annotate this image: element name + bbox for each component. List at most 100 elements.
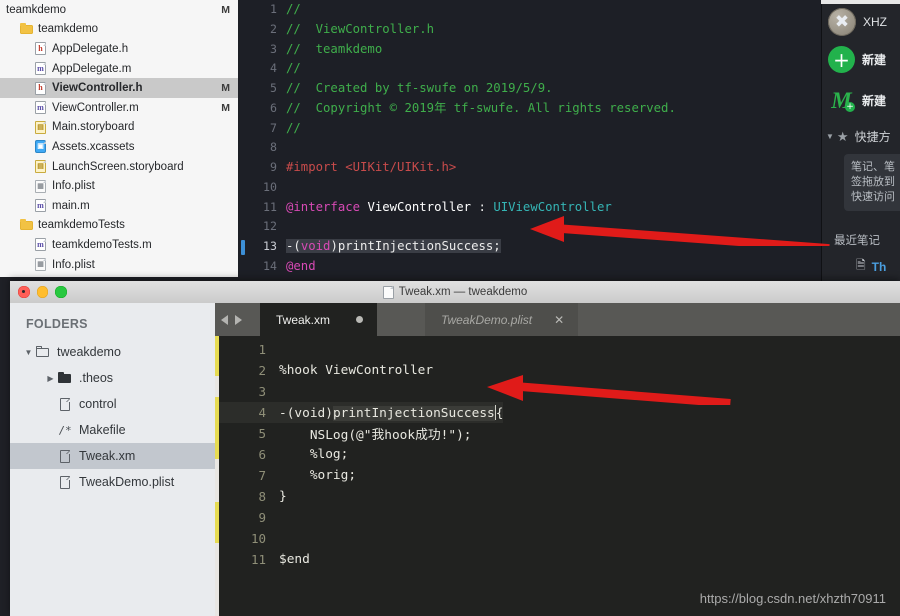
new-note-button[interactable]: + 新建: [828, 46, 886, 73]
nav-back-icon[interactable]: [221, 314, 228, 325]
new-note-label: 新建: [862, 53, 887, 67]
xcode-window: teamkdemo Mteamkdemo h AppDelegate.h m AppDel…: [0, 0, 900, 277]
code-line[interactable]: 5 // Created by tf-swufe on 2019/5/9.: [238, 79, 676, 99]
code-line[interactable]: 6 %log;: [219, 444, 503, 465]
evernote-sidebar-panel[interactable]: ✖ XHZ + 新建 M + 新建 ▼ ★ 快捷方 笔记、笔 签拖放到 快速访问 …: [821, 4, 900, 281]
folder-tree-item-tweakdemo[interactable]: ▼ tweakdemo: [10, 339, 215, 365]
navigator-row-appdelegate-h[interactable]: h AppDelegate.h: [0, 39, 238, 59]
navigator-row-label: teamkdemoTests.m: [52, 238, 152, 251]
chevron-right-icon[interactable]: ▶: [44, 374, 57, 383]
unsaved-indicator-icon[interactable]: [356, 316, 364, 323]
code-line[interactable]: 14 @end: [238, 257, 676, 277]
window-traffic-lights[interactable]: [18, 281, 67, 303]
code-line[interactable]: 1 //: [238, 0, 676, 20]
storyboard-icon: ▤: [34, 159, 47, 174]
status-badge: M: [221, 82, 230, 95]
code-line[interactable]: 10: [219, 528, 503, 549]
folder-tree-item-control[interactable]: control: [10, 391, 215, 417]
header-file-icon: h: [34, 81, 47, 96]
folder-open-icon: [35, 345, 51, 360]
code-line[interactable]: 1: [219, 339, 503, 360]
tab-nav-arrows[interactable]: [221, 303, 242, 336]
sublime-editor-pane[interactable]: Tweak.xm TweakDemo.plist ✕ 1 2 %hook ViewCon…: [215, 303, 900, 616]
line-text: @end: [286, 258, 316, 273]
code-line[interactable]: 6 // Copyright © 2019年 tf-swufe. All righ…: [238, 99, 676, 119]
navigator-row-main-m[interactable]: m main.m: [0, 196, 238, 216]
line-number: 3: [258, 384, 266, 399]
close-icon[interactable]: [18, 286, 30, 298]
navigator-row-teamkdemo[interactable]: teamkdemo M: [0, 0, 238, 20]
recent-note-item[interactable]: 🗎 Th: [856, 256, 886, 277]
chevron-down-icon[interactable]: ▼: [22, 348, 35, 357]
minimize-icon[interactable]: [36, 286, 48, 298]
line-text: //: [286, 2, 301, 16]
navigator-row-launchscreen-storyboard[interactable]: ▤ LaunchScreen.storyboard: [0, 157, 238, 177]
code-line[interactable]: 2 // ViewController.h: [238, 20, 676, 40]
line-text: //: [286, 61, 301, 76]
navigator-row-teamkdemo[interactable]: teamkdemo: [0, 20, 238, 40]
maximize-icon[interactable]: [55, 286, 67, 298]
sublime-folders-sidebar[interactable]: FOLDERS ▼ tweakdemo ▶ .theos control /* Makefi…: [10, 303, 215, 616]
line-number: 9: [270, 160, 277, 174]
folder-tree-item-tweakdemo-plist[interactable]: TweakDemo.plist: [10, 469, 215, 495]
navigator-row-viewcontroller-h[interactable]: h ViewController.h M: [0, 78, 238, 98]
sublime-code-lines[interactable]: 1 2 %hook ViewController 3 4 -(void)printInje…: [219, 339, 504, 570]
header-file-icon: h: [34, 41, 47, 56]
navigator-row-teamkdemotests[interactable]: teamkdemoTests: [0, 216, 238, 236]
folder-tree-item-makefile[interactable]: /* Makefile: [10, 417, 215, 443]
code-line[interactable]: 3: [219, 381, 503, 402]
code-line[interactable]: 10: [238, 178, 676, 198]
line-text: #import <UIKit/UIKit.h>: [286, 160, 457, 174]
folder-tree-item-tweak-xm[interactable]: Tweak.xm: [10, 443, 215, 469]
plist-icon: ▦: [34, 179, 47, 194]
code-line[interactable]: 5 NSLog(@"我hook成功!");: [219, 423, 503, 444]
code-line[interactable]: 9: [219, 507, 503, 528]
xcode-project-navigator[interactable]: teamkdemo Mteamkdemo h AppDelegate.h m AppDel…: [0, 0, 239, 277]
file-icon: [57, 397, 73, 412]
line-text: $end: [279, 552, 310, 567]
new-markdown-button[interactable]: M + 新建: [828, 87, 886, 114]
code-line[interactable]: 11 @interface ViewController : UIViewCont…: [238, 198, 676, 218]
xcode-source-editor[interactable]: 1 // 2 // ViewController.h 3 // teamkdemo 4 // 5…: [238, 0, 821, 277]
code-line[interactable]: 4 //: [238, 59, 676, 79]
editor-tab-tweak-xm[interactable]: Tweak.xm: [260, 303, 378, 336]
code-line[interactable]: 12: [238, 217, 676, 237]
line-text: // teamkdemo: [286, 41, 383, 56]
navigator-row-info-plist[interactable]: ▦ Info.plist: [0, 255, 238, 275]
window-title: Tweak.xm — tweakdemo: [382, 285, 527, 299]
sublime-title-bar[interactable]: Tweak.xm — tweakdemo: [10, 281, 900, 304]
navigator-row-info-plist[interactable]: ▦ Info.plist: [0, 176, 238, 196]
close-tab-icon[interactable]: ✕: [554, 313, 564, 327]
code-line[interactable]: 3 // teamkdemo: [238, 40, 676, 60]
navigator-row-label: teamkdemo: [6, 3, 67, 16]
sublime-tab-bar[interactable]: Tweak.xm TweakDemo.plist ✕: [215, 303, 900, 336]
navigator-row-assets-xcassets[interactable]: ▣ Assets.xcassets: [0, 137, 238, 157]
plus-icon: +: [828, 46, 855, 73]
sublime-code-area[interactable]: 1 2 %hook ViewController 3 4 -(void)printInje…: [215, 336, 900, 616]
nav-forward-icon[interactable]: [235, 314, 242, 325]
line-text: NSLog(@"我hook成功!");: [279, 428, 472, 443]
line-number: 6: [270, 100, 277, 115]
code-line[interactable]: 7 //: [238, 119, 676, 139]
objc-file-icon: m: [34, 237, 47, 252]
code-line[interactable]: 7 %orig;: [219, 465, 503, 486]
code-line[interactable]: 13 -(void)printInjectionSuccess;: [238, 237, 676, 257]
code-line[interactable]: 2 %hook ViewController: [219, 360, 503, 381]
navigator-row-main-storyboard[interactable]: ▤ Main.storyboard: [0, 118, 238, 138]
navigator-row-appdelegate-m[interactable]: m AppDelegate.m: [0, 59, 238, 79]
objc-file-icon: m: [34, 61, 47, 76]
code-line[interactable]: 9 #import <UIKit/UIKit.h>: [238, 158, 676, 178]
navigator-row-viewcontroller-m[interactable]: m ViewController.m M: [0, 98, 238, 118]
editor-tab-tweakdemo-plist[interactable]: TweakDemo.plist ✕: [425, 303, 579, 336]
xcode-code-lines[interactable]: 1 // 2 // ViewController.h 3 // teamkdemo 4 // 5…: [238, 0, 676, 277]
code-line[interactable]: 8: [238, 138, 676, 158]
file-icon: [57, 475, 73, 490]
code-line[interactable]: 11 $end: [219, 549, 503, 570]
code-line[interactable]: 8}: [219, 486, 503, 507]
code-line[interactable]: 4 -(void)printInjectionSuccess{: [219, 402, 504, 423]
evernote-account-row[interactable]: ✖ XHZ: [828, 8, 887, 36]
quick-access-section-header[interactable]: ▼ ★ 快捷方: [826, 128, 891, 145]
folder-tree[interactable]: ▼ tweakdemo ▶ .theos control /* Makefile Tweak.…: [10, 339, 215, 495]
navigator-row-teamkdemotests-m[interactable]: m teamkdemoTests.m: [0, 235, 238, 255]
folder-tree-item--theos[interactable]: ▶ .theos: [10, 365, 215, 391]
